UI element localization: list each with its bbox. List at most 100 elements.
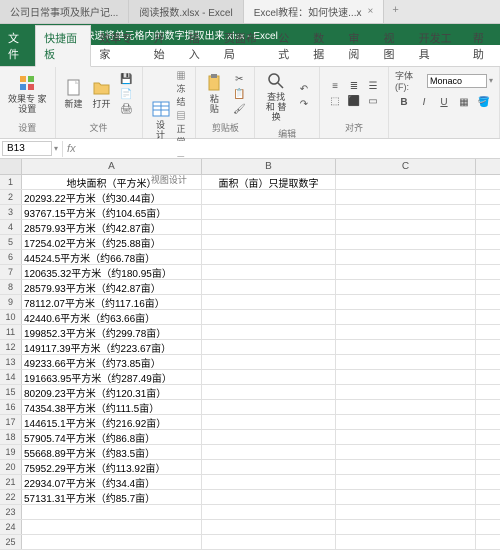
- col-header-b[interactable]: B: [202, 159, 336, 174]
- title-tab-3[interactable]: Excel教程：如何快速...x×: [244, 0, 385, 23]
- cell[interactable]: [202, 430, 336, 444]
- cell[interactable]: [336, 535, 476, 549]
- freeze-button[interactable]: ▦ 冻结: [177, 69, 190, 108]
- row-header[interactable]: 1: [0, 175, 22, 189]
- title-tab-1[interactable]: 公司日常事项及账户记...: [0, 0, 129, 23]
- bold-icon[interactable]: B: [395, 95, 413, 109]
- row-header[interactable]: 4: [0, 220, 22, 234]
- cell[interactable]: [202, 280, 336, 294]
- tab-view[interactable]: 视图: [376, 26, 411, 66]
- row-header[interactable]: 23: [0, 505, 22, 519]
- cut-icon[interactable]: ✂: [230, 72, 248, 86]
- cell[interactable]: [22, 535, 202, 549]
- tab-insert[interactable]: 插入: [181, 26, 216, 66]
- cell[interactable]: [202, 190, 336, 204]
- row-header[interactable]: 14: [0, 370, 22, 384]
- tab-dev[interactable]: 开发工具: [411, 26, 465, 66]
- row-header[interactable]: 10: [0, 310, 22, 324]
- valign-bot-icon[interactable]: ▭: [364, 95, 382, 109]
- cell[interactable]: [336, 265, 476, 279]
- cell[interactable]: [336, 340, 476, 354]
- cell[interactable]: 120635.32平方米（约180.95亩）: [22, 265, 202, 279]
- open-button[interactable]: 打开: [90, 76, 114, 112]
- row-header[interactable]: 22: [0, 490, 22, 504]
- tab-formula[interactable]: 公式: [270, 26, 305, 66]
- cell[interactable]: [202, 310, 336, 324]
- cell[interactable]: 78112.07平方米（约117.16亩）: [22, 295, 202, 309]
- tab-home[interactable]: 开始: [146, 26, 181, 66]
- redo-icon[interactable]: ↷: [295, 97, 313, 111]
- find-button[interactable]: 查找和 替换: [261, 69, 291, 125]
- copy-icon[interactable]: 📋: [230, 87, 248, 101]
- cell[interactable]: [336, 220, 476, 234]
- name-box-dropdown[interactable]: ▾: [54, 144, 58, 153]
- name-box[interactable]: [2, 141, 52, 156]
- cell[interactable]: [336, 490, 476, 504]
- cell[interactable]: [202, 355, 336, 369]
- cell[interactable]: 75952.29平方米（约113.92亩）: [22, 460, 202, 474]
- tab-layout[interactable]: 页面布局: [216, 26, 270, 66]
- cell[interactable]: 57905.74平方米（约86.8亩）: [22, 430, 202, 444]
- tab-efficiency[interactable]: 效率专家: [91, 26, 145, 66]
- formula-bar[interactable]: [80, 141, 500, 156]
- cell[interactable]: 191663.95平方米（约287.49亩）: [22, 370, 202, 384]
- tab-data[interactable]: 数据: [305, 26, 340, 66]
- align-left-icon[interactable]: ≡: [326, 80, 344, 94]
- save-icon[interactable]: 💾: [118, 72, 136, 86]
- cell[interactable]: 74354.38平方米（约111.5亩）: [22, 400, 202, 414]
- align-center-icon[interactable]: ≣: [345, 80, 363, 94]
- new-tab-button[interactable]: +: [384, 0, 406, 23]
- cell[interactable]: [336, 460, 476, 474]
- row-header[interactable]: 12: [0, 340, 22, 354]
- brush-icon[interactable]: 🖌: [230, 102, 248, 116]
- design-button[interactable]: 设 计: [149, 97, 173, 143]
- cell[interactable]: [202, 400, 336, 414]
- col-header-a[interactable]: A: [22, 159, 202, 174]
- cell[interactable]: [336, 505, 476, 519]
- print-icon[interactable]: 🖨: [118, 102, 136, 116]
- cell[interactable]: [336, 295, 476, 309]
- cell[interactable]: [202, 385, 336, 399]
- row-header[interactable]: 16: [0, 400, 22, 414]
- tab-quick[interactable]: 快捷面板: [35, 25, 91, 67]
- cell[interactable]: [336, 430, 476, 444]
- paste-button[interactable]: 粘 贴: [202, 71, 226, 117]
- row-header[interactable]: 25: [0, 535, 22, 549]
- row-header[interactable]: 21: [0, 475, 22, 489]
- cell[interactable]: 93767.15平方米（约104.65亩）: [22, 205, 202, 219]
- cell[interactable]: 28579.93平方米（约42.87亩）: [22, 280, 202, 294]
- row-header[interactable]: 19: [0, 445, 22, 459]
- row-header[interactable]: 11: [0, 325, 22, 339]
- valign-mid-icon[interactable]: ⬛: [345, 95, 363, 109]
- cell[interactable]: [202, 205, 336, 219]
- cell[interactable]: 80209.23平方米（约120.31亩）: [22, 385, 202, 399]
- cell[interactable]: [336, 325, 476, 339]
- tab-file[interactable]: 文件: [0, 26, 35, 66]
- chevron-down-icon[interactable]: ▾: [489, 76, 493, 85]
- cell[interactable]: 57131.31平方米（约85.7亩）: [22, 490, 202, 504]
- font-select[interactable]: [427, 74, 487, 88]
- row-header[interactable]: 9: [0, 295, 22, 309]
- cell[interactable]: [336, 370, 476, 384]
- cell[interactable]: [336, 385, 476, 399]
- row-header[interactable]: 7: [0, 265, 22, 279]
- cell[interactable]: 199852.3平方米（约299.78亩）: [22, 325, 202, 339]
- row-header[interactable]: 5: [0, 235, 22, 249]
- cell[interactable]: 44524.5平方米（约66.78亩）: [22, 250, 202, 264]
- cell[interactable]: 22934.07平方米（约34.4亩）: [22, 475, 202, 489]
- row-header[interactable]: 13: [0, 355, 22, 369]
- cell[interactable]: [202, 505, 336, 519]
- row-header[interactable]: 15: [0, 385, 22, 399]
- border-icon[interactable]: ▦: [455, 95, 473, 109]
- cell[interactable]: 55668.89平方米（约83.5亩）: [22, 445, 202, 459]
- cell[interactable]: [336, 475, 476, 489]
- col-header-c[interactable]: C: [336, 159, 476, 174]
- cell[interactable]: [336, 280, 476, 294]
- row-header[interactable]: 6: [0, 250, 22, 264]
- cell[interactable]: [22, 520, 202, 534]
- tab-review[interactable]: 审阅: [340, 26, 375, 66]
- cell[interactable]: 20293.22平方米（约30.44亩）: [22, 190, 202, 204]
- settings-button[interactable]: 效果专 家设置: [6, 71, 49, 117]
- saveas-icon[interactable]: 📄: [118, 87, 136, 101]
- cell[interactable]: 面积（亩）只提取数字: [202, 175, 336, 189]
